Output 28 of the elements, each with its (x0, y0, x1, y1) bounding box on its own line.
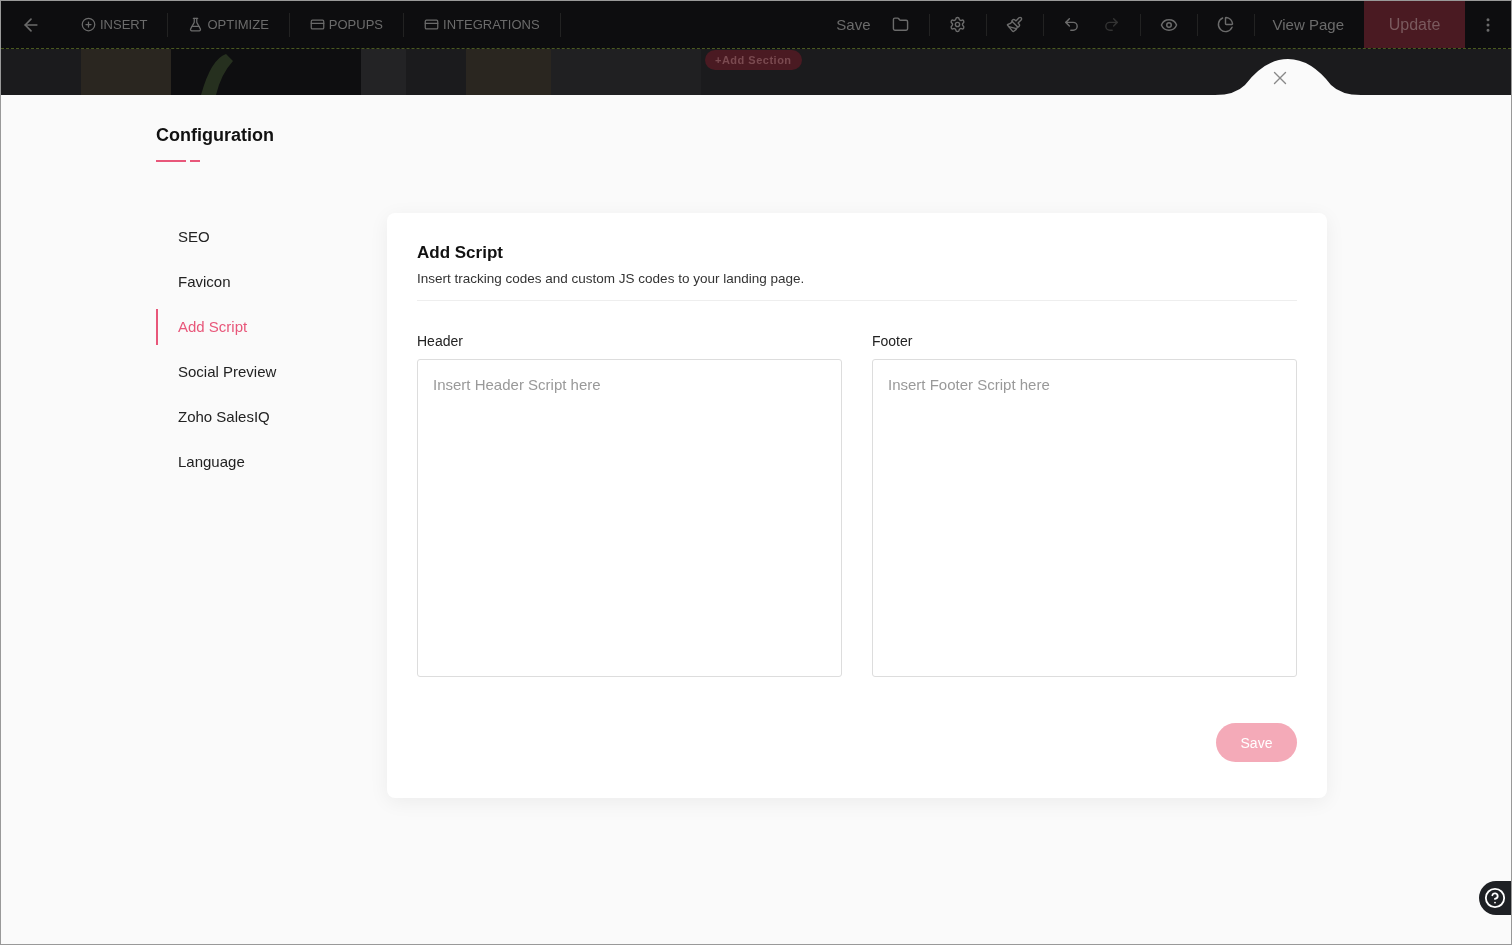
view-page-link[interactable]: View Page (1262, 1, 1354, 48)
script-field[interactable]: Insert Footer Script here (872, 359, 1297, 677)
panel-title: Configuration (156, 125, 275, 146)
title-underline (156, 160, 186, 162)
card-title: Add Script (417, 243, 504, 263)
flask-icon (188, 17, 204, 32)
field-label: Footer (872, 333, 914, 349)
card-icon (424, 17, 439, 32)
field-label: Header (417, 333, 464, 349)
script-field[interactable]: Insert Header Script here (417, 359, 842, 677)
sidebar-item[interactable]: Language (156, 444, 386, 480)
toolbar-menu[interactable]: OPTIMIZE (168, 12, 290, 37)
toolbar-menu[interactable]: INTEGRATIONS (404, 12, 561, 37)
card-icon (309, 17, 325, 32)
title-underline (190, 160, 200, 162)
sidebar-item[interactable]: Favicon (156, 264, 386, 300)
sidebar-item[interactable]: Zoho SalesIQ (156, 399, 386, 435)
sidebar-item[interactable]: SEO (156, 219, 386, 255)
toolbar-menu[interactable]: INSERT (61, 12, 169, 37)
save-button[interactable]: Save (1216, 723, 1297, 762)
help-icon (1484, 887, 1506, 909)
save-button[interactable]: Save (826, 1, 881, 48)
plus-icon (81, 17, 96, 32)
sidebar-item[interactable]: Social Preview (156, 354, 386, 390)
help-button[interactable] (1479, 881, 1511, 915)
update-button[interactable]: Update (1364, 1, 1465, 48)
card-description: Insert tracking codes and custom JS codes to your landing page. (417, 271, 1297, 301)
toolbar-menu[interactable]: POPUPS (289, 12, 404, 37)
